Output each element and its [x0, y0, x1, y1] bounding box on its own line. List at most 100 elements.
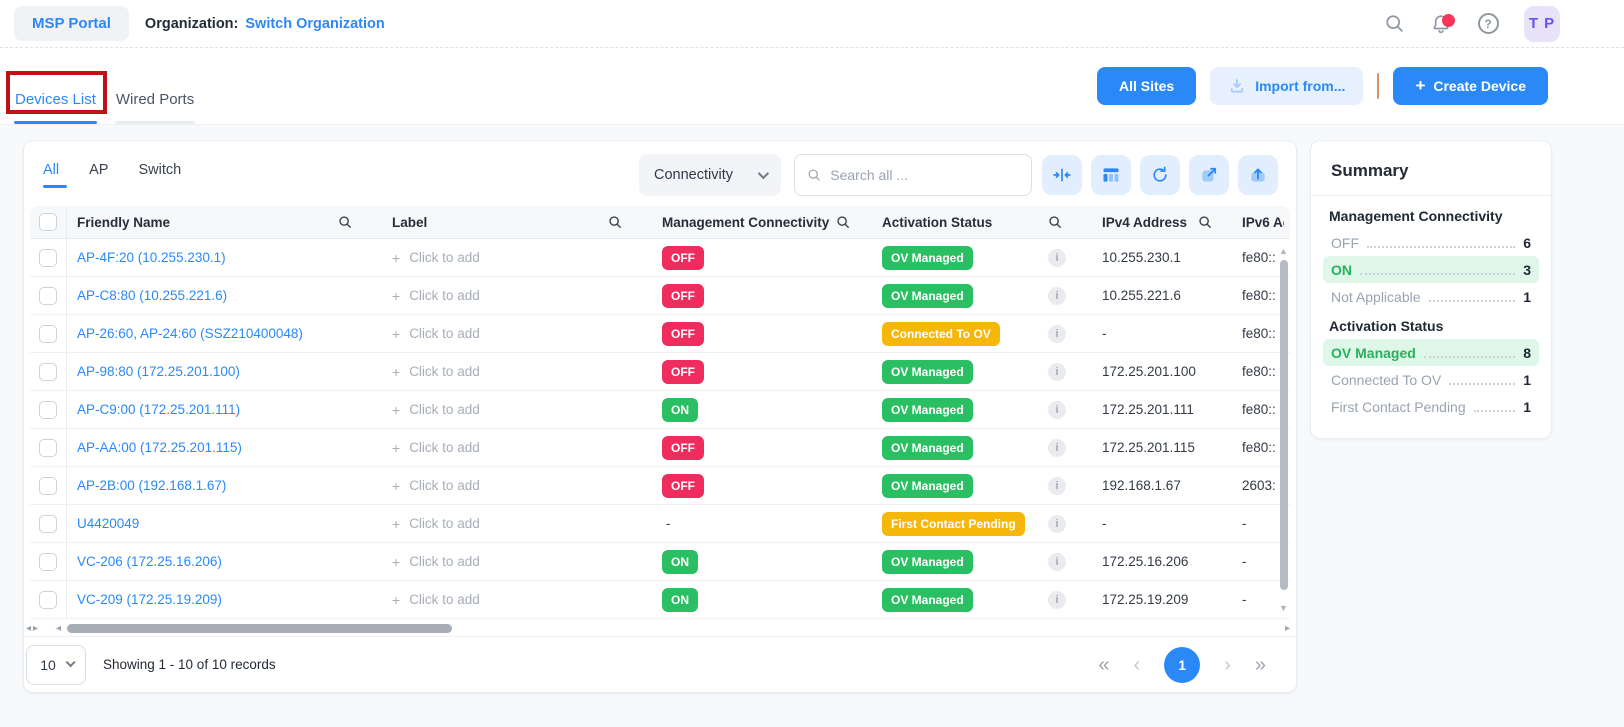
device-name-link[interactable]: U4420049 [77, 516, 139, 531]
info-icon[interactable]: i [1048, 249, 1066, 267]
content-area: All AP Switch Connectivity [0, 125, 1624, 727]
row-checkbox[interactable] [39, 591, 57, 609]
table-row: AP-C9:00 (172.25.201.111) + Click to add… [30, 391, 1290, 429]
device-name-link[interactable]: AP-98:80 (172.25.201.100) [77, 364, 240, 379]
label-click-to-add[interactable]: + Click to add [382, 364, 652, 380]
first-page-button[interactable]: « [1098, 655, 1109, 675]
create-device-button[interactable]: + Create Device [1393, 67, 1548, 105]
row-checkbox[interactable] [39, 515, 57, 533]
info-icon[interactable]: i [1048, 515, 1066, 533]
summary-item-label: Not Applicable [1331, 289, 1421, 305]
avatar[interactable]: T P [1524, 6, 1560, 42]
summary-item-label: Connected To OV [1331, 372, 1441, 388]
msp-portal-button[interactable]: MSP Portal [14, 6, 129, 41]
label-click-to-add[interactable]: + Click to add [382, 592, 652, 608]
frozen-column-scroll[interactable]: ◂▸ [26, 623, 56, 634]
row-checkbox[interactable] [39, 553, 57, 571]
info-icon[interactable]: i [1048, 401, 1066, 419]
column-ipv4-address: IPv4 Address [1102, 215, 1187, 230]
last-page-button[interactable]: » [1255, 655, 1266, 675]
row-checkbox[interactable] [39, 325, 57, 343]
connectivity-dropdown[interactable]: Connectivity [639, 154, 781, 196]
type-tab-switch[interactable]: Switch [138, 162, 181, 194]
plus-icon: + [392, 288, 400, 304]
previous-page-button[interactable]: ‹ [1134, 655, 1141, 675]
info-icon[interactable]: i [1048, 591, 1066, 609]
info-icon[interactable]: i [1048, 477, 1066, 495]
label-click-to-add[interactable]: + Click to add [382, 440, 652, 456]
column-search-icon[interactable] [1048, 215, 1062, 229]
tab-devices-list[interactable]: Devices List [14, 91, 97, 124]
column-search-icon[interactable] [836, 215, 850, 229]
info-icon[interactable]: i [1048, 553, 1066, 571]
label-placeholder: Click to add [409, 250, 480, 265]
chevron-down-icon [65, 657, 75, 667]
label-click-to-add[interactable]: + Click to add [382, 478, 652, 494]
row-checkbox[interactable] [39, 249, 57, 267]
plus-icon: + [392, 554, 400, 570]
type-tab-ap[interactable]: AP [89, 162, 108, 194]
select-all-checkbox[interactable] [39, 213, 57, 231]
info-icon[interactable]: i [1048, 325, 1066, 343]
label-click-to-add[interactable]: + Click to add [382, 250, 652, 266]
horizontal-scroll-thumb[interactable] [67, 624, 452, 633]
tab-wired-ports[interactable]: Wired Ports [115, 91, 195, 124]
columns-settings-button[interactable] [1091, 155, 1131, 195]
import-from-button[interactable]: Import from... [1210, 67, 1363, 105]
upload-button[interactable] [1238, 155, 1278, 195]
scroll-right-icon[interactable]: ▸ [1285, 623, 1290, 634]
vertical-scrollbar[interactable]: ▲ ▼ [1277, 246, 1290, 613]
row-checkbox[interactable] [39, 401, 57, 419]
info-icon[interactable]: i [1048, 439, 1066, 457]
next-page-button[interactable]: › [1224, 655, 1231, 675]
summary-item: Connected To OV 1 [1323, 366, 1539, 393]
label-click-to-add[interactable]: + Click to add [382, 554, 652, 570]
summary-item-count: 1 [1523, 372, 1531, 388]
column-search-icon[interactable] [1198, 215, 1212, 229]
page-size-select[interactable]: 10 [26, 645, 86, 685]
summary-item-count: 3 [1523, 262, 1531, 278]
search-all-box[interactable] [794, 154, 1032, 196]
column-search-icon[interactable] [608, 215, 622, 229]
label-click-to-add[interactable]: + Click to add [382, 516, 652, 532]
device-name-link[interactable]: AP-4F:20 (10.255.230.1) [77, 250, 226, 265]
search-icon[interactable] [1383, 13, 1405, 35]
device-name-link[interactable]: AP-26:60, AP-24:60 (SSZ210400048) [77, 326, 303, 341]
column-management-connectivity: Management Connectivity [662, 215, 829, 230]
info-icon[interactable]: i [1048, 363, 1066, 381]
notifications-bell-icon[interactable] [1430, 13, 1452, 35]
toolbar: Devices List Wired Ports All Sites Impor… [0, 48, 1624, 125]
label-click-to-add[interactable]: + Click to add [382, 288, 652, 304]
summary-section-heading: Activation Status [1329, 318, 1533, 334]
device-name-link[interactable]: AP-C8:80 (10.255.221.6) [77, 288, 227, 303]
scroll-up-icon[interactable]: ▲ [1279, 246, 1288, 256]
type-tab-all[interactable]: All [43, 162, 59, 194]
row-checkbox[interactable] [39, 287, 57, 305]
help-icon[interactable]: ? [1477, 13, 1499, 35]
device-name-link[interactable]: VC-209 (172.25.19.209) [77, 592, 222, 607]
label-click-to-add[interactable]: + Click to add [382, 402, 652, 418]
label-click-to-add[interactable]: + Click to add [382, 326, 652, 342]
collapse-columns-button[interactable] [1042, 155, 1082, 195]
device-name-link[interactable]: AP-AA:00 (172.25.201.115) [77, 440, 242, 455]
vertical-scroll-thumb[interactable] [1280, 260, 1288, 590]
dotted-leader [1360, 273, 1515, 275]
row-checkbox[interactable] [39, 439, 57, 457]
organization-name-link[interactable]: Switch Organization [245, 16, 384, 32]
info-icon[interactable]: i [1048, 287, 1066, 305]
device-name-link[interactable]: AP-2B:00 (192.168.1.67) [77, 478, 226, 493]
horizontal-scrollbar[interactable] [61, 624, 1285, 633]
row-checkbox[interactable] [39, 477, 57, 495]
device-name-link[interactable]: AP-C9:00 (172.25.201.111) [77, 402, 240, 417]
expand-button[interactable] [1189, 155, 1229, 195]
all-sites-button[interactable]: All Sites [1097, 67, 1196, 105]
refresh-button[interactable] [1140, 155, 1180, 195]
ipv4-value: 10.255.221.6 [1092, 288, 1232, 303]
column-search-icon[interactable] [338, 215, 352, 229]
search-input[interactable] [830, 167, 1019, 183]
plus-icon: + [392, 402, 400, 418]
current-page-button[interactable]: 1 [1164, 647, 1200, 683]
scroll-down-icon[interactable]: ▼ [1279, 603, 1288, 613]
device-name-link[interactable]: VC-206 (172.25.16.206) [77, 554, 222, 569]
row-checkbox[interactable] [39, 363, 57, 381]
